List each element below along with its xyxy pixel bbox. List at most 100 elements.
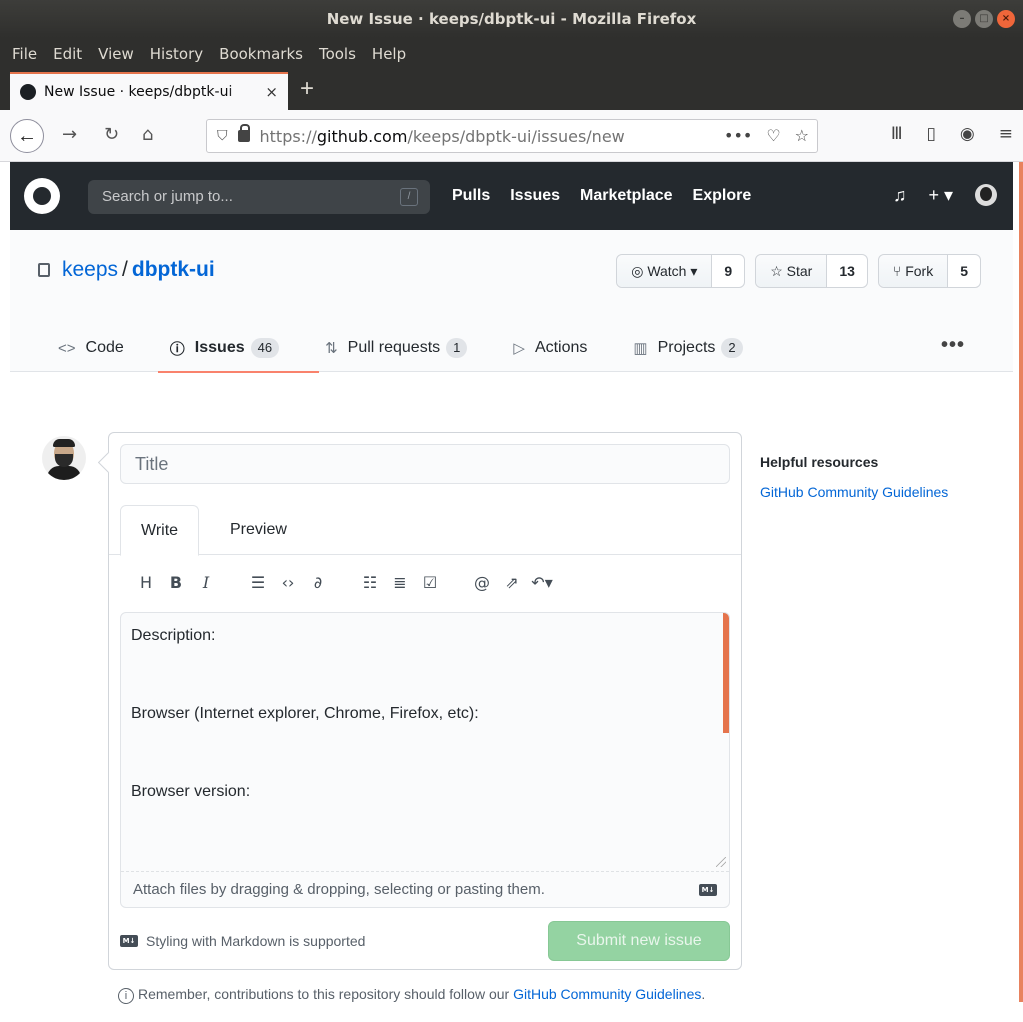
tab-pull-requests-label: Pull requests bbox=[347, 339, 441, 356]
notifications-bell-icon[interactable]: ♫ bbox=[893, 185, 907, 206]
contrib-prefix: Remember, contributions to this reposito… bbox=[138, 986, 514, 1002]
github-primary-nav: Pulls Issues Marketplace Explore bbox=[452, 162, 751, 230]
reply-icon[interactable]: ↶▾ bbox=[527, 573, 557, 592]
heading-icon[interactable]: H bbox=[131, 573, 161, 592]
play-icon: ▷ bbox=[513, 340, 525, 357]
tab-pull-requests[interactable]: ⇅ Pull requests 1 bbox=[319, 324, 507, 372]
task-list-icon[interactable]: ☑ bbox=[415, 573, 445, 592]
tab-write[interactable]: Write bbox=[120, 505, 200, 556]
library-icon[interactable]: Ⅲ bbox=[891, 124, 903, 144]
numbered-list-icon[interactable]: ≣ bbox=[385, 573, 415, 592]
tab-projects[interactable]: ▥ Projects 2 bbox=[627, 324, 762, 372]
repo-name-link[interactable]: dbptk-ui bbox=[132, 258, 215, 282]
nav-pulls[interactable]: Pulls bbox=[452, 187, 490, 205]
page-scrollbar[interactable] bbox=[1019, 162, 1023, 1002]
body-line bbox=[131, 649, 719, 675]
url-prefix: https:// bbox=[259, 126, 317, 146]
markdown-note-link[interactable]: Styling with Markdown is supported bbox=[146, 933, 365, 949]
repo-actions: ◎ Watch ▾ 9 ☆ Star 13 ⑂ Fork 5 bbox=[616, 254, 981, 288]
menu-help[interactable]: Help bbox=[364, 45, 414, 63]
fork-button[interactable]: ⑂ Fork bbox=[878, 255, 949, 287]
reload-button[interactable]: ↻ bbox=[104, 124, 119, 146]
code-icon[interactable]: ‹› bbox=[273, 573, 303, 592]
bold-icon[interactable]: B bbox=[161, 573, 191, 592]
link-icon[interactable]: ∂ bbox=[303, 573, 333, 592]
forward-button[interactable]: → bbox=[62, 124, 77, 146]
cross-reference-icon[interactable]: ⇗ bbox=[497, 573, 527, 592]
author-avatar[interactable] bbox=[42, 436, 86, 480]
github-search-input[interactable]: Search or jump to... / bbox=[88, 180, 430, 214]
markdown-icon: M↓ bbox=[120, 935, 138, 947]
new-tab-button[interactable]: + bbox=[300, 75, 314, 103]
pocket-icon[interactable]: ♡ bbox=[766, 126, 780, 145]
issue-title-input[interactable] bbox=[120, 444, 730, 484]
window-controls: – □ × bbox=[953, 10, 1015, 28]
back-button[interactable]: ← bbox=[10, 119, 44, 153]
toolbar-right: Ⅲ ▯ ◉ ≡ bbox=[891, 124, 1013, 144]
menu-tools[interactable]: Tools bbox=[311, 45, 364, 63]
menu-history[interactable]: History bbox=[142, 45, 211, 63]
community-guidelines-link[interactable]: GitHub Community Guidelines bbox=[513, 986, 701, 1002]
resize-grip-icon[interactable] bbox=[716, 857, 726, 867]
star-count[interactable]: 13 bbox=[827, 255, 867, 287]
tab-issues[interactable]: ⓘ Issues 46 bbox=[157, 324, 320, 373]
home-button[interactable]: ⌂ bbox=[142, 124, 153, 146]
tab-code[interactable]: <> Code bbox=[52, 324, 164, 372]
minimize-button[interactable]: – bbox=[953, 10, 971, 28]
lock-icon[interactable] bbox=[237, 124, 250, 142]
search-placeholder: Search or jump to... bbox=[102, 188, 233, 205]
github-logo-icon[interactable] bbox=[24, 178, 60, 214]
nav-explore[interactable]: Explore bbox=[693, 187, 752, 205]
issue-opened-icon: ⓘ bbox=[169, 340, 185, 358]
watch-count[interactable]: 9 bbox=[712, 255, 745, 287]
browser-tab-active[interactable]: New Issue · keeps/dbptk-ui × bbox=[10, 72, 288, 110]
user-avatar-menu[interactable] bbox=[975, 184, 997, 206]
git-pull-request-icon: ⇅ bbox=[325, 340, 338, 357]
page-actions-menu-icon[interactable]: ••• bbox=[724, 126, 752, 145]
form-actions: M↓ Styling with Markdown is supported Su… bbox=[120, 921, 730, 961]
menu-file[interactable]: File bbox=[4, 45, 45, 63]
textarea-scrollbar[interactable] bbox=[723, 613, 729, 733]
bookmark-star-icon[interactable]: ☆ bbox=[795, 126, 809, 145]
account-icon[interactable]: ◉ bbox=[960, 124, 975, 144]
quote-icon[interactable]: ☰ bbox=[243, 573, 273, 592]
watch-label: Watch ▾ bbox=[647, 263, 698, 279]
bulleted-list-icon[interactable]: ☷ bbox=[355, 573, 385, 592]
body-line: Description: bbox=[131, 627, 216, 644]
submit-new-issue-button[interactable]: Submit new issue bbox=[548, 921, 730, 961]
hamburger-menu-icon[interactable]: ≡ bbox=[999, 124, 1013, 144]
sidebar-community-guidelines-link[interactable]: GitHub Community Guidelines bbox=[760, 484, 948, 500]
watch-button[interactable]: ◎ Watch ▾ bbox=[617, 255, 713, 287]
window-title: New Issue · keeps/dbptk-ui - Mozilla Fir… bbox=[326, 10, 697, 28]
file-attachment-bar[interactable]: Attach files by dragging & dropping, sel… bbox=[121, 871, 729, 907]
url-bar[interactable]: ⛉ https://github.com/keeps/dbptk-ui/issu… bbox=[206, 119, 818, 153]
create-new-menu[interactable]: + ▾ bbox=[928, 185, 953, 206]
italic-icon[interactable]: I bbox=[191, 573, 221, 592]
navigation-toolbar: ← → ↻ ⌂ ⛉ https://github.com/keeps/dbptk… bbox=[0, 110, 1023, 162]
markdown-toolbar: H B I ☰ ‹› ∂ ☷ ≣ ☑ @ ⇗ ↶▾ bbox=[131, 569, 557, 595]
star-button[interactable]: ☆ Star bbox=[756, 255, 828, 287]
issue-body-content[interactable]: Description: Browser (Internet explorer,… bbox=[121, 613, 729, 871]
menu-bookmarks[interactable]: Bookmarks bbox=[211, 45, 311, 63]
repo-owner-link[interactable]: keeps bbox=[62, 258, 118, 282]
tab-issues-label: Issues bbox=[194, 339, 245, 356]
tab-actions[interactable]: ▷ Actions bbox=[507, 324, 627, 372]
fork-count[interactable]: 5 bbox=[948, 255, 980, 287]
pull-requests-counter: 1 bbox=[446, 338, 468, 358]
mention-icon[interactable]: @ bbox=[467, 573, 497, 592]
more-tabs-menu-icon[interactable]: ••• bbox=[941, 334, 965, 357]
maximize-button[interactable]: □ bbox=[975, 10, 993, 28]
tracking-protection-icon[interactable]: ⛉ bbox=[217, 128, 228, 144]
new-issue-form: Write Preview H B I ☰ ‹› ∂ ☷ ≣ ☑ @ ⇗ ↶▾ … bbox=[108, 432, 742, 970]
sidebar-icon[interactable]: ▯ bbox=[927, 124, 936, 144]
menubar: File Edit View History Bookmarks Tools H… bbox=[0, 38, 1023, 70]
nav-issues[interactable]: Issues bbox=[510, 187, 560, 205]
attach-files-text: Attach files by dragging & dropping, sel… bbox=[133, 881, 545, 898]
menu-view[interactable]: View bbox=[90, 45, 142, 63]
tab-close-icon[interactable]: × bbox=[265, 83, 278, 101]
menu-edit[interactable]: Edit bbox=[45, 45, 90, 63]
close-window-button[interactable]: × bbox=[997, 10, 1015, 28]
nav-marketplace[interactable]: Marketplace bbox=[580, 187, 673, 205]
tab-preview[interactable]: Preview bbox=[210, 505, 307, 555]
issue-body-textarea[interactable]: Description: Browser (Internet explorer,… bbox=[120, 612, 730, 908]
